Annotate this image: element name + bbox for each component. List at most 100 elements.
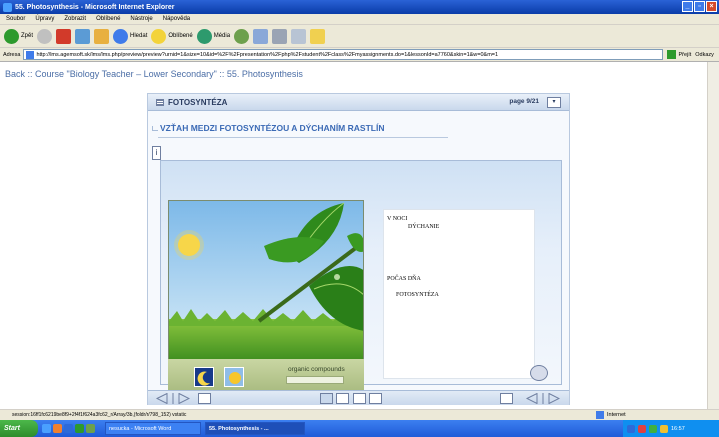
menu-icon[interactable] — [156, 98, 164, 106]
status-bar: session:16ff1fc6219be8f9+2f4f1f624a3fc62… — [0, 409, 719, 420]
tray-icon-3[interactable] — [649, 424, 657, 433]
task-word-label: nesucka - Microsoft Word — [109, 425, 172, 432]
day-value: FOTOSYNTÉZA — [396, 292, 439, 298]
clock[interactable]: 16:57 — [671, 426, 685, 432]
menu-help[interactable]: Nápověda — [163, 16, 190, 22]
back-label: Zpět — [21, 33, 34, 39]
ie-logo-icon — [3, 2, 12, 12]
refresh-icon[interactable] — [75, 28, 91, 44]
favorites-label: Oblíbené — [168, 33, 193, 39]
info-button[interactable]: i — [152, 146, 161, 160]
menu-tools[interactable]: Nástroje — [130, 16, 152, 22]
word-quicklaunch-icon[interactable] — [64, 424, 73, 433]
prev-next-right-icon[interactable] — [526, 393, 560, 404]
quick-launch — [42, 424, 95, 433]
search-icon — [113, 28, 129, 44]
history-icon[interactable] — [234, 28, 250, 44]
module-title: FOTOSYNTÉZA — [168, 97, 228, 107]
page-content: Back :: Course "Biology Teacher – Lower … — [0, 62, 707, 409]
forward-arrow-icon[interactable] — [37, 28, 53, 44]
excel-quicklaunch-icon[interactable] — [75, 424, 84, 433]
address-label: Adresa — [3, 51, 21, 58]
window-controls: _ ▫ × — [682, 1, 717, 12]
lesson-module: FOTOSYNTÉZA page 9/21 ▾ VZŤAH MEDZI FOTO… — [147, 93, 570, 405]
back-arrow-icon — [4, 28, 19, 44]
vertical-scrollbar[interactable] — [707, 62, 719, 409]
start-label: Start — [4, 425, 20, 432]
folder-icon[interactable] — [310, 28, 326, 44]
mail-icon[interactable] — [253, 28, 269, 44]
window-titlebar: 55. Photosynthesis - Microsoft Internet … — [0, 0, 719, 14]
organic-compounds-meter — [286, 376, 344, 384]
favorites-button[interactable]: Oblíbené — [151, 28, 193, 44]
media-label: Média — [213, 33, 231, 39]
task-word[interactable]: nesucka - Microsoft Word — [105, 422, 201, 435]
zone-label: Internet — [607, 412, 626, 418]
tray-icon-4[interactable] — [660, 424, 668, 433]
menu-view[interactable]: Zobrazit — [64, 16, 86, 22]
page-indicator: page 9/21 — [509, 98, 539, 105]
minimize-button[interactable]: _ — [682, 1, 693, 12]
breadcrumb[interactable]: Back :: Course "Biology Teacher – Lower … — [5, 69, 303, 79]
address-url: http://lms.agemsoft.sk/lms/lms.php/previ… — [36, 51, 499, 58]
system-tray: 16:57 — [623, 420, 719, 437]
edit-icon[interactable] — [291, 28, 307, 44]
night-value: DÝCHANIE — [408, 224, 440, 230]
media-icon — [196, 28, 212, 44]
pause-button[interactable] — [336, 393, 349, 404]
day-label: POČAS DŇA — [387, 276, 421, 282]
replay-icon[interactable] — [530, 365, 548, 381]
security-zone: Internet — [596, 411, 626, 419]
menu-down-button[interactable] — [198, 393, 211, 404]
window-title: 55. Photosynthesis - Microsoft Internet … — [15, 3, 175, 11]
status-text: session:16ff1fc6219be8f9+2f4f1f624a3fc62… — [12, 412, 187, 418]
menu-edit[interactable]: Úpravy — [35, 16, 54, 22]
go-button[interactable]: Přejít — [667, 50, 691, 59]
answer-panel: V NOCI DÝCHANIE POČAS DŇA FOTOSYNTÉZA — [383, 209, 535, 379]
task-ie[interactable]: 55. Photosynthesis - ... — [205, 422, 305, 435]
search-tool-button[interactable] — [353, 393, 366, 404]
home-icon[interactable] — [94, 28, 110, 44]
tray-icon-2[interactable] — [638, 424, 646, 433]
search-button[interactable]: Hledat — [113, 28, 148, 44]
menu-favorites[interactable]: Oblíbené — [96, 16, 120, 22]
go-arrow-icon — [667, 50, 677, 59]
player-controls — [148, 390, 569, 405]
media-quicklaunch-icon[interactable] — [53, 424, 62, 433]
address-input[interactable]: http://lms.agemsoft.sk/lms/lms.php/previ… — [23, 49, 664, 60]
sun-button[interactable] — [224, 367, 244, 387]
task-ie-label: 55. Photosynthesis - ... — [209, 425, 269, 432]
back-button[interactable]: Zpět — [4, 28, 34, 44]
search-label: Hledat — [130, 33, 148, 39]
globe-icon — [596, 411, 604, 419]
go-label: Přejít — [678, 51, 692, 58]
taskbar: Start nesucka - Microsoft Word 55. Photo… — [0, 420, 719, 437]
subtitle-divider — [158, 137, 448, 138]
scene-controls: organic compounds — [168, 359, 364, 392]
plant-illustration — [169, 201, 363, 360]
address-bar: Adresa http://lms.agemsoft.sk/lms/lms.ph… — [0, 48, 719, 62]
maximize-button[interactable]: ▫ — [694, 1, 705, 12]
print-icon[interactable] — [272, 28, 288, 44]
page-icon — [26, 51, 35, 59]
tray-icon-1[interactable] — [627, 424, 635, 433]
start-button[interactable]: Start — [0, 420, 38, 437]
night-label: V NOCI — [387, 216, 408, 222]
desktop-quicklaunch-icon[interactable] — [86, 424, 95, 433]
media-button[interactable]: Média — [196, 28, 231, 44]
menu-file[interactable]: Soubor — [6, 16, 25, 22]
pointer-tool-button[interactable] — [320, 393, 333, 404]
close-button[interactable]: × — [706, 1, 717, 12]
moon-icon — [197, 371, 210, 386]
subtitle-marker — [152, 126, 158, 131]
menu-down-right-button[interactable] — [500, 393, 513, 404]
stop-icon[interactable] — [56, 28, 72, 44]
moon-button[interactable] — [194, 367, 214, 387]
links-label[interactable]: Odkazy — [695, 52, 714, 58]
page-dropdown[interactable]: ▾ — [547, 97, 561, 108]
browser-toolbar: Zpět Hledat Oblíbené Média — [0, 25, 719, 48]
star-icon — [151, 28, 167, 44]
color-tool-button[interactable] — [369, 393, 382, 404]
prev-next-icon[interactable] — [156, 393, 190, 404]
ie-quicklaunch-icon[interactable] — [42, 424, 51, 433]
